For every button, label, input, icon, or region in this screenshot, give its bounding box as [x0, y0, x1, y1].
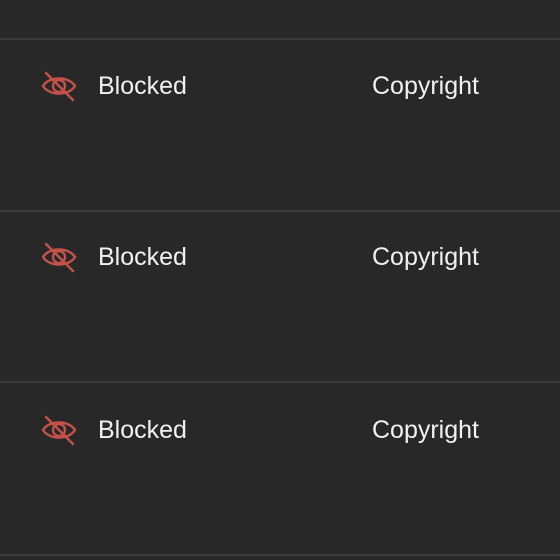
restriction-type: Copyright — [372, 72, 479, 100]
visibility-status: Blocked — [98, 243, 187, 271]
visibility-status: Blocked — [98, 416, 187, 444]
content-table: Blocked Copyright Blocked Copyright Bloc… — [0, 0, 560, 560]
restriction-type: Copyright — [372, 416, 479, 444]
visibility-cell[interactable]: Blocked — [40, 237, 187, 277]
eye-off-icon — [40, 240, 78, 274]
restriction-type: Copyright — [372, 243, 479, 271]
eye-off-icon — [40, 69, 78, 103]
visibility-cell[interactable]: Blocked — [40, 410, 187, 450]
table-row[interactable]: Blocked Copyright — [0, 384, 560, 554]
row-divider — [0, 554, 560, 556]
table-row[interactable]: Blocked Copyright — [0, 211, 560, 381]
visibility-status: Blocked — [98, 72, 187, 100]
row-divider — [0, 381, 560, 383]
eye-off-icon — [40, 413, 78, 447]
visibility-cell[interactable]: Blocked — [40, 66, 187, 106]
table-row[interactable]: Blocked Copyright — [0, 40, 560, 210]
